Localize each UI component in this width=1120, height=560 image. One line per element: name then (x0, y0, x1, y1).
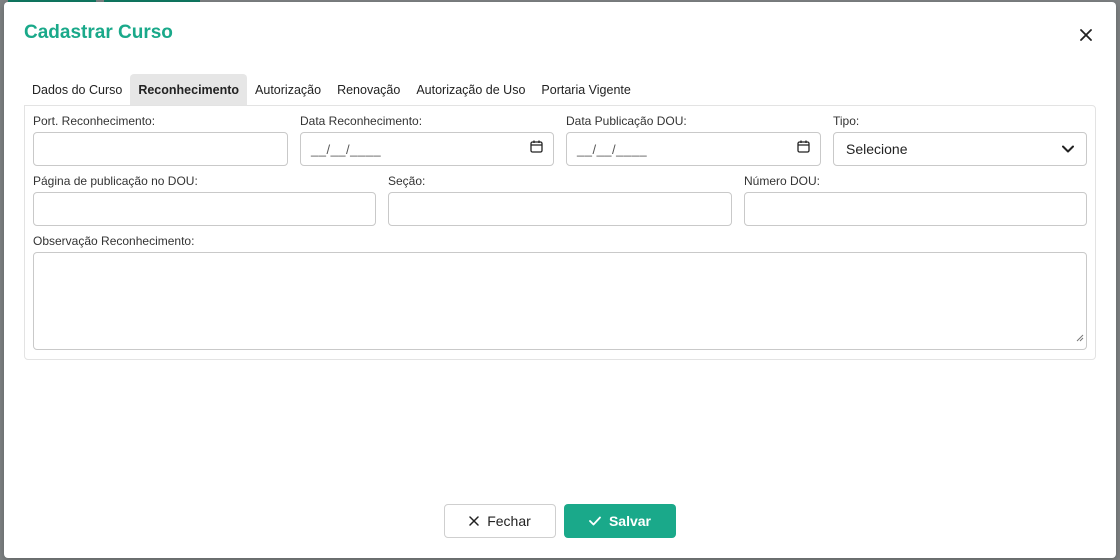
tipo-label: Tipo: (833, 114, 860, 128)
close-modal-button[interactable] (1076, 27, 1096, 47)
fechar-label: Fechar (487, 513, 531, 529)
chevron-down-icon (1062, 140, 1074, 158)
fechar-button[interactable]: Fechar (444, 504, 556, 538)
tab-reconhecimento[interactable]: Reconhecimento (130, 74, 248, 105)
salvar-label: Salvar (608, 513, 652, 529)
pagina-publicacao-label: Página de publicação no DOU: (33, 174, 198, 188)
cadastrar-curso-modal: Cadastrar Curso Dados do Curso Reconheci… (4, 2, 1116, 558)
numero-dou-input[interactable] (744, 192, 1087, 226)
secao-label: Seção: (388, 174, 426, 188)
secao-input[interactable] (388, 192, 732, 226)
resize-grip-icon[interactable] (1076, 329, 1084, 347)
port-reconhecimento-label: Port. Reconhecimento: (33, 114, 156, 128)
tab-bar: Dados do Curso Reconhecimento Autorizaçã… (24, 74, 639, 105)
close-icon (1080, 28, 1092, 46)
data-publicacao-dou-input[interactable]: __/__/____ (566, 132, 821, 166)
pagina-publicacao-input[interactable] (33, 192, 376, 226)
tipo-select[interactable]: Selecione (833, 132, 1087, 166)
tab-portaria-vigente[interactable]: Portaria Vigente (533, 74, 638, 105)
tab-autorizacao-de-uso[interactable]: Autorização de Uso (408, 74, 533, 105)
data-publicacao-dou-label: Data Publicação DOU: (566, 114, 687, 128)
check-icon (589, 513, 601, 529)
port-reconhecimento-input[interactable] (33, 132, 288, 166)
observacao-textarea[interactable] (33, 252, 1087, 350)
modal-title: Cadastrar Curso (24, 22, 173, 43)
tab-renovacao[interactable]: Renovação (329, 74, 408, 105)
data-reconhecimento-label: Data Reconhecimento: (300, 114, 423, 128)
salvar-button[interactable]: Salvar (564, 504, 676, 538)
data-reconhecimento-input[interactable]: __/__/____ (300, 132, 554, 166)
close-icon (469, 513, 479, 529)
date-mask: __/__/____ (577, 141, 648, 157)
date-mask: __/__/____ (311, 141, 382, 157)
observacao-label: Observação Reconhecimento: (33, 234, 195, 248)
tab-dados-do-curso[interactable]: Dados do Curso (24, 74, 130, 105)
calendar-icon[interactable] (530, 140, 543, 158)
tipo-selected-value: Selecione (846, 141, 908, 157)
numero-dou-label: Número DOU: (744, 174, 821, 188)
tab-autorizacao[interactable]: Autorização (247, 74, 329, 105)
calendar-icon[interactable] (797, 140, 810, 158)
